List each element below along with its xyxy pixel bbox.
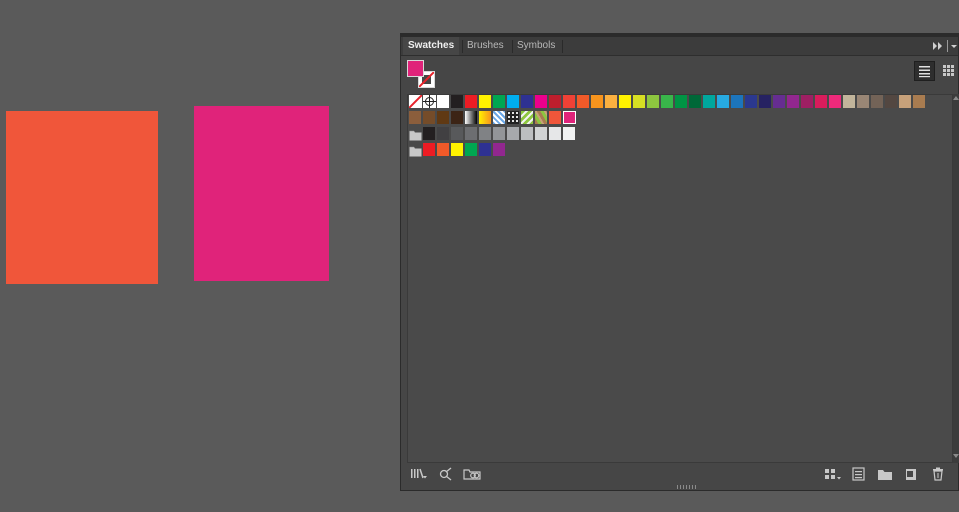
swatches-panel: Swatches Brushes Symbols — [400, 33, 959, 491]
swatch[interactable] — [493, 127, 506, 140]
swatch[interactable] — [829, 95, 842, 108]
scroll-down-icon[interactable] — [953, 452, 959, 460]
swatch[interactable] — [423, 111, 436, 124]
place-swatches-icon[interactable] — [438, 467, 454, 481]
swatch[interactable] — [451, 111, 464, 124]
swatch[interactable] — [451, 143, 464, 156]
swatch[interactable] — [885, 95, 898, 108]
new-swatch-icon[interactable] — [903, 467, 919, 481]
swatch[interactable] — [507, 127, 520, 140]
swatch[interactable] — [521, 111, 534, 124]
delete-swatch-icon[interactable] — [930, 467, 946, 481]
swatch[interactable] — [787, 95, 800, 108]
thumbnail-view-icon — [943, 65, 954, 76]
color-group-folder-icon[interactable] — [409, 128, 422, 141]
swatch[interactable] — [731, 95, 744, 108]
swatch-registration[interactable] — [423, 95, 436, 108]
swatch-options-icon[interactable] — [851, 467, 867, 481]
swatch[interactable] — [647, 95, 660, 108]
orange-rectangle[interactable] — [6, 111, 158, 284]
panel-menu-icon[interactable] — [947, 40, 957, 52]
swatch[interactable] — [563, 127, 576, 140]
swatch[interactable] — [465, 95, 478, 108]
swatch[interactable] — [563, 111, 576, 124]
swatch[interactable] — [675, 95, 688, 108]
tab-symbols[interactable]: Symbols — [512, 37, 560, 55]
list-view-button[interactable] — [914, 61, 935, 81]
swatch[interactable] — [549, 127, 562, 140]
swatch[interactable] — [437, 111, 450, 124]
swatch[interactable] — [773, 95, 786, 108]
swatch-libraries-menu-icon[interactable] — [410, 467, 428, 481]
swatch[interactable] — [437, 143, 450, 156]
swatch[interactable] — [409, 111, 422, 124]
swatch[interactable] — [871, 95, 884, 108]
swatch[interactable] — [619, 95, 632, 108]
swatch[interactable] — [437, 127, 450, 140]
swatch[interactable] — [899, 95, 912, 108]
swatch[interactable] — [465, 111, 478, 124]
swatch[interactable] — [857, 95, 870, 108]
fill-swatch[interactable] — [407, 60, 424, 77]
swatch[interactable] — [437, 95, 450, 108]
swatch[interactable] — [591, 95, 604, 108]
swatch[interactable] — [717, 95, 730, 108]
swatch-grid — [407, 94, 953, 463]
swatch[interactable] — [913, 95, 926, 108]
swatch[interactable] — [549, 95, 562, 108]
swatch[interactable] — [451, 127, 464, 140]
show-swatch-kinds-icon[interactable] — [824, 467, 842, 481]
swatch[interactable] — [815, 95, 828, 108]
swatch[interactable] — [423, 127, 436, 140]
swatch[interactable] — [843, 95, 856, 108]
swatch[interactable] — [479, 143, 492, 156]
color-group-folder-icon[interactable] — [409, 144, 422, 157]
tab-swatches[interactable]: Swatches — [403, 37, 460, 55]
swatch[interactable] — [563, 95, 576, 108]
list-view-icon — [919, 66, 930, 78]
swatch[interactable] — [549, 111, 562, 124]
swatch[interactable] — [801, 95, 814, 108]
new-color-group-icon[interactable] — [877, 467, 893, 481]
swatch[interactable] — [493, 143, 506, 156]
tab-divider — [562, 40, 563, 53]
panel-resize-grip[interactable] — [677, 485, 697, 489]
cc-libraries-icon[interactable] — [462, 467, 482, 481]
swatch[interactable] — [479, 111, 492, 124]
swatch[interactable] — [605, 95, 618, 108]
swatch[interactable] — [535, 95, 548, 108]
swatch[interactable] — [507, 95, 520, 108]
swatch[interactable] — [521, 127, 534, 140]
swatch[interactable] — [451, 95, 464, 108]
panel-bottom-bar — [401, 464, 958, 484]
swatch-scrollbar[interactable] — [953, 94, 959, 463]
swatch[interactable] — [493, 95, 506, 108]
swatch[interactable] — [535, 127, 548, 140]
fill-stroke-indicator[interactable] — [407, 60, 437, 90]
swatch[interactable] — [535, 111, 548, 124]
swatch[interactable] — [703, 95, 716, 108]
swatch[interactable] — [633, 95, 646, 108]
swatch[interactable] — [689, 95, 702, 108]
swatch[interactable] — [521, 95, 534, 108]
swatch-none[interactable] — [408, 94, 423, 109]
pink-rectangle[interactable] — [194, 106, 329, 281]
scroll-up-icon[interactable] — [953, 94, 959, 102]
swatch[interactable] — [465, 143, 478, 156]
tab-brushes[interactable]: Brushes — [462, 37, 509, 55]
swatch[interactable] — [745, 95, 758, 108]
thumbnail-view-button[interactable] — [938, 61, 959, 81]
swatch[interactable] — [577, 95, 590, 108]
swatch[interactable] — [661, 95, 674, 108]
swatch[interactable] — [493, 111, 506, 124]
swatch[interactable] — [759, 95, 772, 108]
panel-tab-bar: Swatches Brushes Symbols — [401, 37, 958, 56]
swatch[interactable] — [423, 143, 436, 156]
collapse-panel-icon[interactable] — [932, 41, 944, 51]
swatch[interactable] — [507, 111, 520, 124]
swatch[interactable] — [479, 95, 492, 108]
swatch[interactable] — [465, 127, 478, 140]
swatch[interactable] — [479, 127, 492, 140]
